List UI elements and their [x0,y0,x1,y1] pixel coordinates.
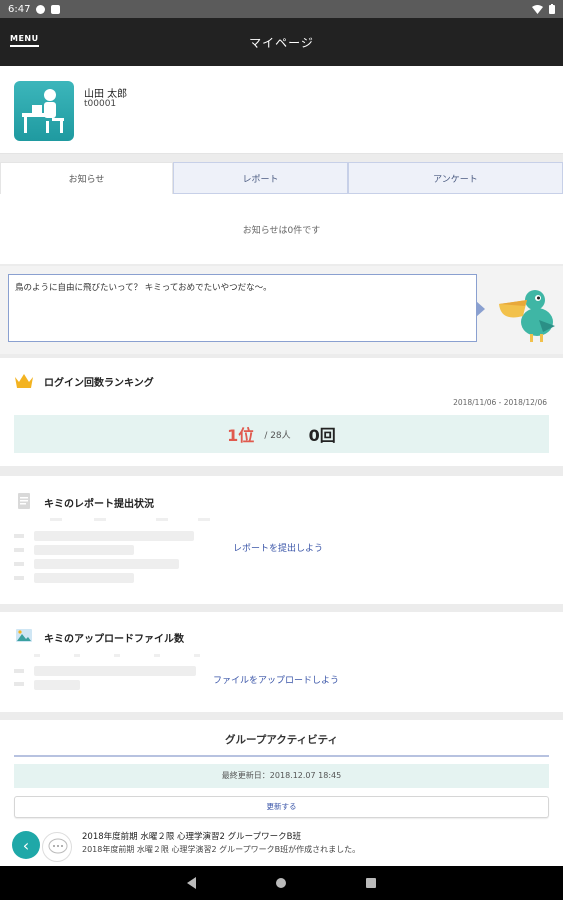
settings-icon [36,4,46,14]
group-avatar [42,832,72,862]
report-chart-placeholder [14,518,210,590]
menu-button[interactable]: MENU [10,34,39,47]
group-activity-title: グループアクティビティ [14,732,549,757]
chat-bubble-icon [48,838,68,854]
ranking-date-range: 2018/11/06 - 2018/12/06 [453,398,547,407]
report-icon [18,493,30,509]
ranking-title: ログイン回数ランキング [44,378,154,389]
status-bar: 6:47 [0,0,563,18]
user-id: t00001 [84,99,117,109]
upload-chart-placeholder [14,654,204,694]
status-time: 6:47 [8,3,31,15]
chevron-left-icon: ‹ [22,835,30,855]
image-icon [16,629,32,642]
notice-empty-text: お知らせは0件です [242,226,321,236]
user-name: 山田 太郎 [84,89,128,100]
ranking-summary: 1位 / 28人 0回 [14,415,549,453]
ranking-position: 1位 [227,426,255,445]
activity-description: 2018年度前期 水曜２限 心理学演習2 グループワークB班が作成されました。 [82,845,361,854]
speech-bubble: 鳥のように自由に飛びたいって？ キミっておめでたいやつだな〜。 [8,274,485,342]
login-ranking-card: ログイン回数ランキング 2018/11/06 - 2018/12/06 1位 /… [0,358,563,466]
nav-back-icon[interactable] [187,877,196,889]
system-nav-bar [0,866,563,900]
activity-title[interactable]: 2018年度前期 水曜２限 心理学演習2 グループワークB班 [82,830,301,842]
upload-count-card: キミのアップロードファイル数 ファイルをアップロードしよう [0,612,563,712]
nav-home-icon[interactable] [276,878,286,888]
tab-notices[interactable]: お知らせ [0,162,173,194]
battery-icon [549,4,555,14]
back-button[interactable]: ‹ [12,831,40,859]
tab-bar: お知らせ レポート アンケート [0,162,563,194]
pelican-mascot-icon [499,290,555,342]
login-count: 0回 [308,426,336,445]
tab-surveys[interactable]: アンケート [348,162,563,194]
app-bar: MENU マイページ [0,18,563,66]
mascot-section: 鳥のように自由に飛びたいって？ キミっておめでたいやつだな〜。 [0,266,563,354]
submit-report-link[interactable]: レポートを提出しよう [233,541,323,554]
profile-section: 山田 太郎 t00001 [0,66,563,154]
report-title: キミのレポート提出状況 [44,499,154,510]
wifi-icon [532,4,543,14]
sd-card-icon [51,4,61,14]
upload-file-link[interactable]: ファイルをアップロードしよう [213,673,339,686]
refresh-button[interactable]: 更新する [14,796,549,818]
notice-tabs-card: お知らせ レポート アンケート お知らせは0件です [0,162,563,264]
page-title: マイページ [249,35,314,50]
upload-title: キミのアップロードファイル数 [44,634,184,645]
ranking-total: / 28人 [264,430,291,441]
tab-reports[interactable]: レポート [173,162,348,194]
group-activity-card: グループアクティビティ 最終更新日：2018.12.07 18:45 更新する … [0,720,563,866]
avatar [14,81,74,141]
crown-icon [15,374,33,388]
group-last-updated: 最終更新日：2018.12.07 18:45 [14,764,549,788]
nav-recents-icon[interactable] [366,878,376,888]
student-desk-icon [22,89,64,133]
report-status-card: キミのレポート提出状況 レポートを提出しよう [0,476,563,604]
